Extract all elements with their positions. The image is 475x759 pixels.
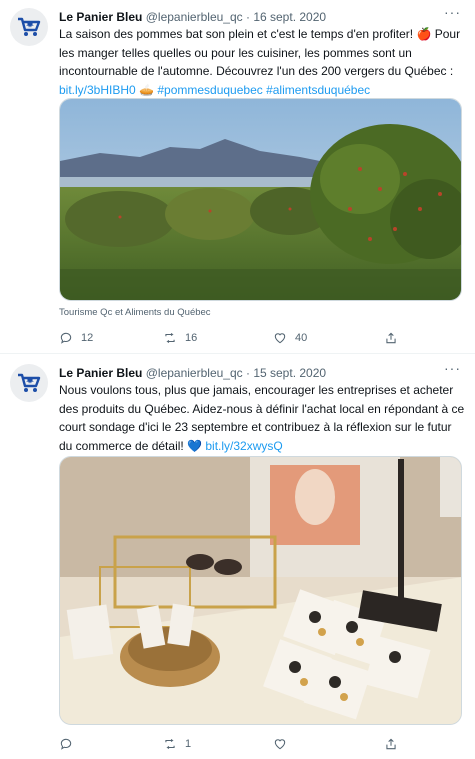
reply-icon: [60, 332, 72, 344]
share-icon: [386, 738, 396, 750]
tweet-header: Le Panier Bleu @lepanierbleu_qc · 15 sep…: [59, 365, 326, 381]
tweet-image-shop[interactable]: [59, 456, 462, 725]
tweet-text: Nous voulons tous, plus que jamais, enco…: [59, 381, 465, 455]
like-button[interactable]: [273, 735, 295, 753]
shopping-cart-logo-icon: [18, 373, 41, 392]
tweet-1[interactable]: Le Panier Bleu @lepanierbleu_qc · 16 sep…: [0, 0, 475, 352]
author-handle[interactable]: @lepanierbleu_qc: [146, 366, 243, 380]
tweet-link[interactable]: bit.ly/32xwysQ: [205, 439, 282, 453]
reply-icon: [60, 738, 72, 750]
reply-button[interactable]: 12: [59, 329, 93, 347]
orchard-photo: [60, 99, 461, 300]
separator-dot: ·: [245, 366, 250, 380]
share-button[interactable]: [384, 735, 398, 753]
author-handle[interactable]: @lepanierbleu_qc: [146, 10, 243, 24]
tweet-2[interactable]: Le Panier Bleu @lepanierbleu_qc · 15 sep…: [0, 354, 475, 759]
like-count: 40: [295, 332, 308, 344]
like-icon: [274, 739, 286, 750]
tweet-actions: 1: [59, 735, 459, 753]
author-name[interactable]: Le Panier Bleu: [59, 10, 142, 24]
reply-button[interactable]: [59, 735, 81, 753]
like-button[interactable]: 40: [273, 329, 307, 347]
tweet-text: La saison des pommes bat son plein et c'…: [59, 25, 465, 99]
retweet-button[interactable]: 1: [163, 735, 191, 753]
reply-count: 12: [81, 332, 94, 344]
retweet-icon: [165, 738, 175, 750]
tweet-date[interactable]: 15 sept. 2020: [253, 366, 326, 380]
author-name[interactable]: Le Panier Bleu: [59, 366, 142, 380]
share-button[interactable]: [384, 329, 398, 347]
tweet-text-part: La saison des pommes bat son plein et c'…: [59, 27, 417, 41]
hashtags[interactable]: #pommesduquebec #alimentsduquébec: [157, 83, 370, 97]
separator-dot: ·: [245, 10, 250, 24]
tweet-header: Le Panier Bleu @lepanierbleu_qc · 16 sep…: [59, 9, 326, 25]
pie-emoji: 🥧: [139, 82, 154, 97]
shopping-cart-logo-icon: [18, 17, 41, 36]
retweet-button[interactable]: 16: [163, 329, 197, 347]
avatar[interactable]: [10, 364, 48, 402]
retweet-icon: [165, 332, 175, 344]
more-icon[interactable]: ···: [444, 4, 461, 20]
share-icon: [386, 332, 396, 344]
tweet-image-orchard[interactable]: [59, 98, 462, 301]
image-caption: Tourisme Qc et Aliments du Québec: [59, 307, 211, 318]
retweet-count: 1: [185, 738, 192, 750]
more-icon[interactable]: ···: [444, 360, 461, 376]
apple-emoji: 🍎: [416, 27, 432, 41]
shop-display-photo: [60, 457, 461, 724]
like-icon: [274, 333, 286, 344]
blue-heart-emoji: 💙: [187, 438, 203, 453]
tweet-date[interactable]: 16 sept. 2020: [253, 10, 326, 24]
tweet-actions: 12 16 40: [59, 329, 459, 347]
tweet-link[interactable]: bit.ly/3bHIBH0: [59, 83, 136, 97]
retweet-count: 16: [185, 332, 198, 344]
avatar[interactable]: [10, 8, 48, 46]
